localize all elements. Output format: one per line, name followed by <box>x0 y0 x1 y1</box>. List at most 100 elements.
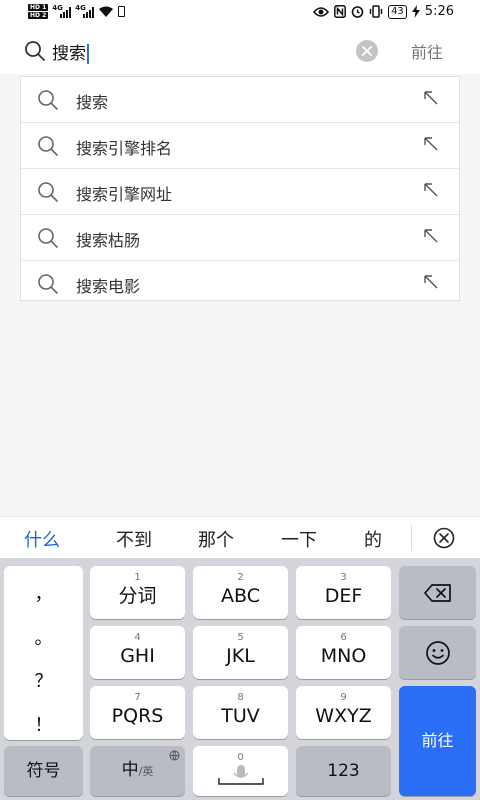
candidate-item[interactable]: 的 <box>364 526 382 552</box>
clear-search-button[interactable] <box>356 40 378 62</box>
fill-arrow-icon[interactable] <box>423 228 439 244</box>
microphone-icon <box>217 765 264 785</box>
fill-arrow-icon[interactable] <box>423 274 439 290</box>
key-number: 6 <box>340 631 347 643</box>
key-8[interactable]: 8 TUV <box>193 686 288 739</box>
signal-icon: 4G <box>52 3 72 18</box>
charging-icon <box>411 5 420 18</box>
language-switch-key[interactable]: 中/英 <box>90 746 185 796</box>
text-caret <box>87 44 89 64</box>
key-number: 0 <box>237 752 244 763</box>
battery-indicator: 43 <box>388 4 407 19</box>
ime-candidate-bar: 什么 不到 那个 一下 的 <box>0 516 480 558</box>
enter-go-key[interactable]: 前往 <box>399 686 476 796</box>
candidate-item[interactable]: 不到 <box>116 526 152 552</box>
numbers-label: 123 <box>327 761 360 781</box>
symbols-key[interactable]: 符号 <box>4 746 83 796</box>
suggestion-text: 搜索电影 <box>76 277 141 296</box>
key-label: GHI <box>120 644 155 667</box>
punct-exclaim[interactable]: ！ <box>4 711 83 737</box>
status-right: 43 5:26 <box>313 4 454 19</box>
key-number: 1 <box>134 571 141 583</box>
suggestion-item[interactable]: 搜索枯肠 <box>21 215 459 261</box>
search-icon <box>38 136 58 156</box>
suggestion-text: 搜索引擎排名 <box>76 139 173 158</box>
eye-icon <box>313 6 330 17</box>
suggestion-text: 搜索引擎网址 <box>76 185 173 204</box>
vibrate-icon <box>369 5 383 18</box>
candidate-item[interactable]: 什么 <box>24 526 60 552</box>
status-bar: HD 1 HD 2 4G 4G 43 5:26 <box>0 0 480 28</box>
hd-indicators: HD 1 HD 2 <box>28 4 49 19</box>
hd1-badge: HD 1 <box>28 4 49 11</box>
go-button[interactable]: 前往 <box>411 39 443 63</box>
emoji-icon <box>425 640 450 665</box>
punct-comma[interactable]: ， <box>4 580 83 606</box>
close-candidates-icon[interactable] <box>433 527 455 549</box>
suggestion-item[interactable]: 搜索引擎网址 <box>21 169 459 215</box>
key-label: DEF <box>324 584 363 607</box>
key-2[interactable]: 2 ABC <box>193 566 288 619</box>
search-icon <box>38 90 58 110</box>
key-6[interactable]: 6 MNO <box>296 626 391 679</box>
numbers-key[interactable]: 123 <box>296 746 391 796</box>
candidate-item[interactable]: 一下 <box>281 526 317 552</box>
search-icon <box>38 182 58 202</box>
fill-arrow-icon[interactable] <box>423 182 439 198</box>
punctuation-column[interactable]: ， 。 ？ ！ <box>4 566 83 740</box>
key-5[interactable]: 5 JKL <box>193 626 288 679</box>
search-icon <box>38 228 58 248</box>
alarm-icon <box>351 6 364 18</box>
key-label: TUV <box>221 704 260 727</box>
punct-period[interactable]: 。 <box>4 624 83 650</box>
key-number: 2 <box>237 571 244 583</box>
network-type-label: 4G <box>52 3 63 12</box>
lang-label: 中/英 <box>122 758 154 784</box>
key-9[interactable]: 9 WXYZ <box>296 686 391 739</box>
search-bar: 搜索 前往 <box>0 28 480 74</box>
key-3[interactable]: 3 DEF <box>296 566 391 619</box>
search-icon <box>25 41 45 61</box>
key-label: PQRS <box>111 704 164 727</box>
key-number: 3 <box>340 571 347 583</box>
fill-arrow-icon[interactable] <box>423 136 439 152</box>
key-label: ABC <box>221 584 260 607</box>
search-input[interactable]: 搜索 <box>52 39 89 64</box>
clock-time: 5:26 <box>424 4 454 19</box>
emoji-key[interactable] <box>399 626 476 679</box>
space-key[interactable]: 0 <box>193 746 288 796</box>
key-number: 4 <box>134 631 141 643</box>
key-number: 8 <box>237 691 244 703</box>
lang-main: 中 <box>121 760 139 780</box>
key-number: 7 <box>134 691 141 703</box>
nfc-icon <box>334 5 347 18</box>
symbols-label: 符号 <box>26 761 61 781</box>
key-4[interactable]: 4 GHI <box>90 626 185 679</box>
signal-icon-2: 4G <box>75 3 95 18</box>
backspace-key[interactable] <box>399 566 476 619</box>
wifi-icon <box>99 6 114 17</box>
punct-question[interactable]: ？ <box>4 667 83 693</box>
backspace-icon <box>423 583 451 602</box>
key-label: 分词 <box>118 584 157 607</box>
suggestion-item[interactable]: 搜索 <box>21 77 459 123</box>
fill-arrow-icon[interactable] <box>423 90 439 106</box>
network-type-label-2: 4G <box>75 3 86 12</box>
key-1[interactable]: 1 分词 <box>90 566 185 619</box>
search-query-text: 搜索 <box>52 44 86 64</box>
key-7[interactable]: 7 PQRS <box>90 686 185 739</box>
candidate-item[interactable]: 那个 <box>198 526 234 552</box>
key-label: WXYZ <box>315 704 372 727</box>
suggestion-item[interactable]: 搜索电影 <box>21 261 459 300</box>
keyboard: ， 。 ？ ！ 1 分词 2 ABC 3 DEF 4 GHI 5 JKL 6 M… <box>0 558 480 800</box>
key-label: JKL <box>226 644 255 667</box>
search-icon <box>38 274 58 294</box>
suggestion-item[interactable]: 搜索引擎排名 <box>21 123 459 169</box>
small-battery-icon <box>118 6 126 17</box>
key-number: 5 <box>237 631 244 643</box>
hd2-badge: HD 2 <box>28 12 49 19</box>
enter-key-label: 前往 <box>421 731 454 750</box>
status-left: HD 1 HD 2 4G 4G <box>28 3 126 19</box>
suggestion-list: 搜索 搜索引擎排名 搜索引擎网址 搜索枯肠 搜索电影 <box>20 76 460 301</box>
lang-alt: /英 <box>138 765 154 778</box>
